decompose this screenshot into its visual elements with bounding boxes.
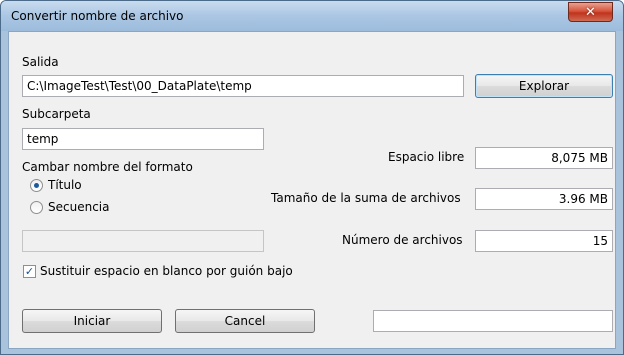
checkmark-icon: ✓ (24, 265, 35, 278)
window-title: Convertir nombre de archivo (11, 9, 184, 23)
file-count-field: 15 (475, 230, 613, 252)
file-count-label: Número de archivos (342, 233, 463, 247)
cancel-button[interactable]: Cancel (175, 309, 315, 333)
radio-sequence-label[interactable]: Secuencia (48, 200, 109, 214)
radio-sequence[interactable] (30, 201, 43, 214)
output-path-field[interactable]: C:\ImageTest\Test\00_DataPlate\temp (22, 75, 464, 97)
subfolder-field[interactable]: temp (22, 128, 264, 150)
replace-spaces-label[interactable]: Sustituir espacio en blanco por guión ba… (40, 264, 293, 278)
total-size-field: 3.96 MB (475, 188, 613, 210)
radio-selected-dot (34, 183, 39, 188)
radio-title-label[interactable]: Título (48, 178, 82, 192)
browse-button[interactable]: Explorar (475, 74, 613, 98)
sequence-field[interactable] (22, 230, 264, 252)
total-size-label: Tamaño de la suma de archivos (271, 191, 461, 205)
free-space-field: 8,075 MB (475, 147, 613, 169)
title-bar[interactable]: Convertir nombre de archivo ✕ (1, 1, 623, 31)
dialog-window: Convertir nombre de archivo ✕ Salida C:\… (0, 0, 624, 355)
start-button[interactable]: Iniciar (22, 309, 162, 333)
rename-format-label: Cambar nombre del formato (22, 160, 193, 174)
close-icon: ✕ (585, 4, 596, 20)
dialog-body: Salida C:\ImageTest\Test\00_DataPlate\te… (8, 31, 616, 349)
status-field (373, 310, 613, 332)
close-button[interactable]: ✕ (568, 2, 613, 22)
replace-spaces-checkbox[interactable]: ✓ (23, 265, 36, 278)
subfolder-label: Subcarpeta (22, 107, 91, 121)
output-label: Salida (22, 55, 59, 69)
radio-title[interactable] (30, 179, 43, 192)
free-space-label: Espacio libre (388, 150, 465, 164)
